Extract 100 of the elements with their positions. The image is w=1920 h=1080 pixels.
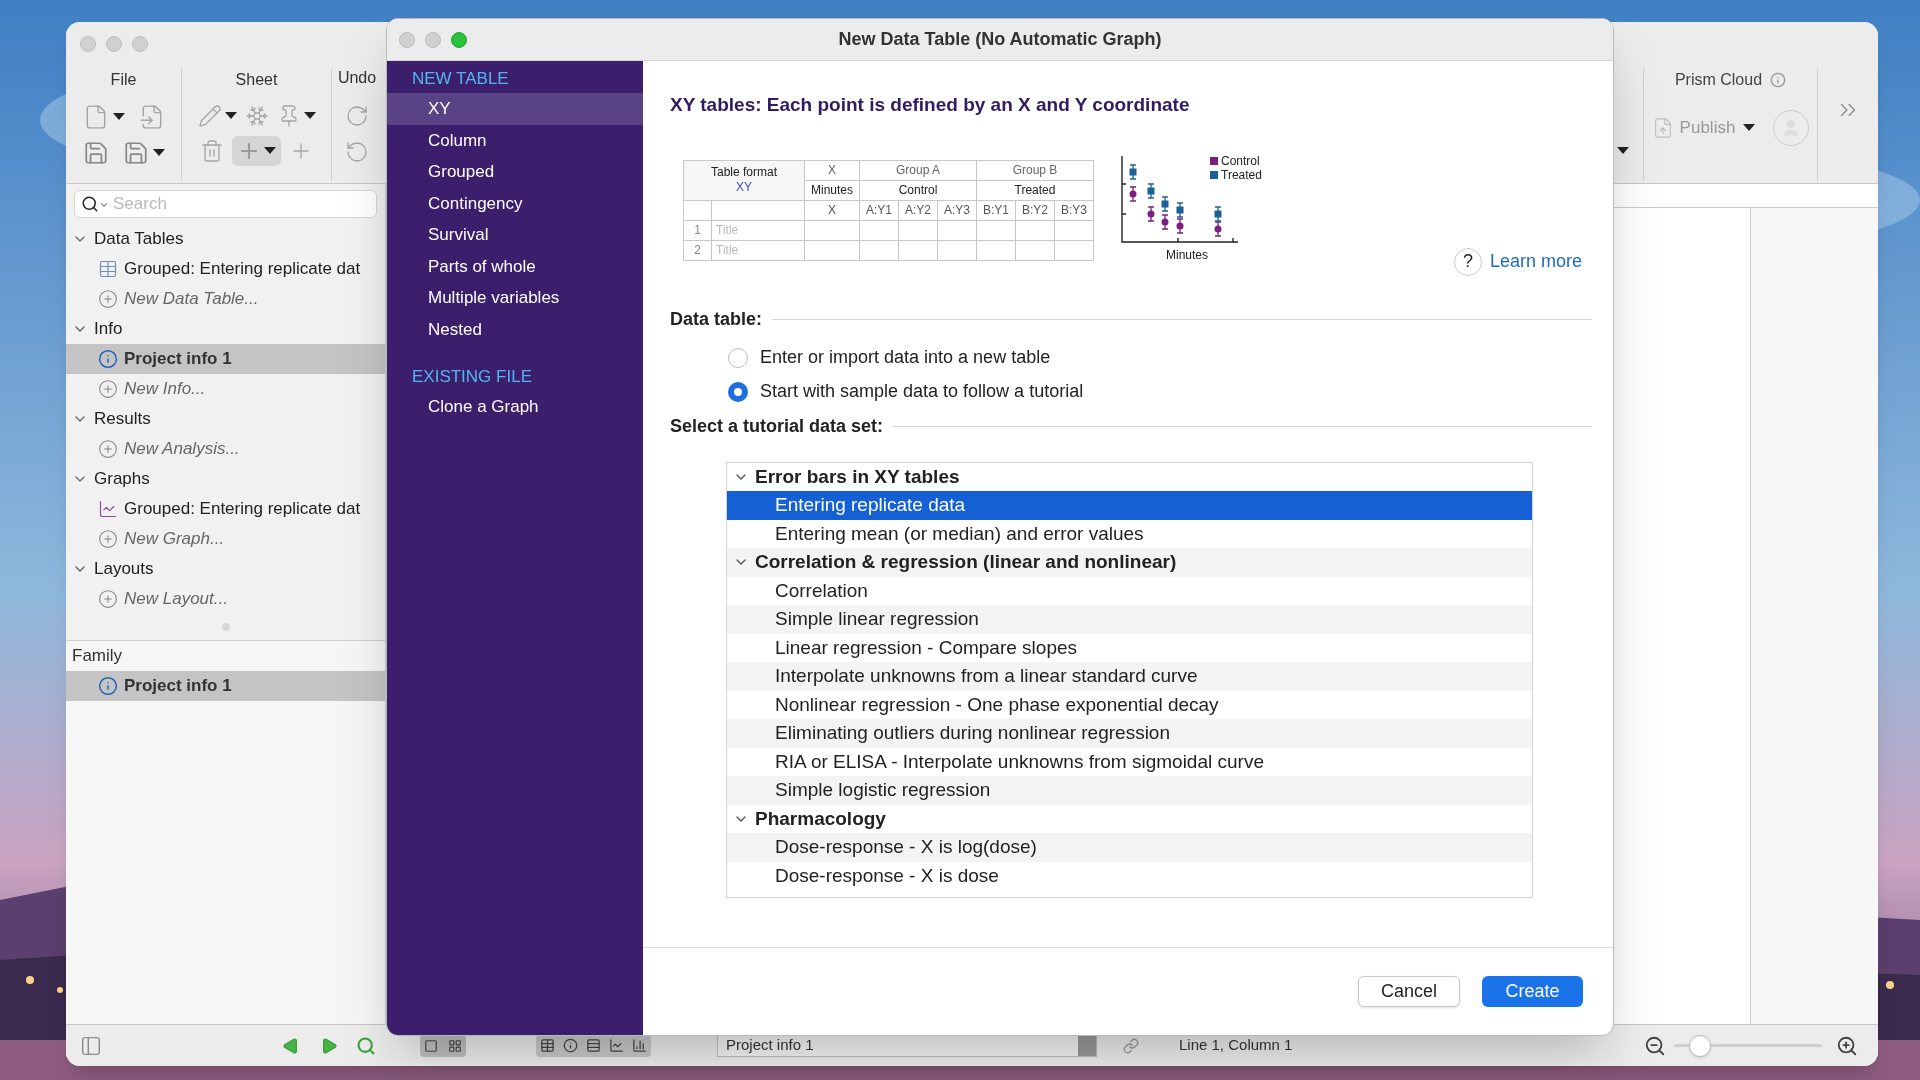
add-button[interactable]	[232, 136, 281, 166]
save-as-icon[interactable]	[122, 140, 149, 166]
table-cell: Control	[859, 180, 977, 200]
sidebar-item[interactable]: Survival	[387, 219, 643, 251]
navigator-item[interactable]: Grouped: Entering replicate dat	[66, 254, 385, 284]
link-icon[interactable]	[1123, 1037, 1139, 1054]
caret-icon	[152, 149, 165, 157]
toolbar-group-label: Sheet	[235, 70, 278, 90]
info-icon[interactable]	[1770, 72, 1787, 88]
table-cell: X	[804, 160, 860, 180]
caret-icon	[1617, 147, 1629, 155]
navigator-item[interactable]: Project info 1	[66, 344, 385, 374]
info-icon	[98, 349, 118, 369]
navigator-item[interactable]: Grouped: Entering replicate dat	[66, 494, 385, 524]
table-cell: B:Y3	[1054, 200, 1094, 220]
list-row[interactable]: Simple logistic regression	[727, 776, 1532, 805]
info-icon[interactable]	[563, 1038, 578, 1053]
add-icon	[98, 289, 118, 309]
table-cell: B:Y2	[1015, 200, 1055, 220]
navigator-item[interactable]: New Analysis...	[66, 434, 385, 464]
navigator-section[interactable]: Results	[66, 404, 385, 434]
row-number: 2	[683, 240, 712, 260]
rows-icon[interactable]	[586, 1038, 601, 1053]
minimize-button[interactable]	[106, 36, 122, 52]
help-button[interactable]: ?	[1453, 247, 1482, 276]
create-button[interactable]: Create	[1482, 976, 1583, 1007]
redo-icon[interactable]	[345, 104, 369, 128]
navigator-section[interactable]: Graphs	[66, 464, 385, 494]
sheet-field[interactable]: Project info 1	[717, 1034, 1097, 1057]
table-cell: A:Y2	[898, 200, 938, 220]
section-label: Data table:	[670, 307, 763, 331]
toolbar-group-label: Undo	[337, 68, 377, 88]
magnifier-icon[interactable]	[356, 1035, 376, 1056]
grid-view-icon[interactable]	[448, 1038, 462, 1053]
close-button[interactable]	[80, 36, 96, 52]
sidebar-item[interactable]: Column	[387, 124, 643, 156]
caret-icon	[99, 200, 109, 210]
trash-icon[interactable]	[200, 139, 224, 163]
sidebar-item[interactable]: Grouped	[387, 156, 643, 188]
zoom-out-icon[interactable]	[1644, 1034, 1666, 1057]
zoom-button[interactable]	[132, 36, 148, 52]
list-row[interactable]: Entering replicate data	[727, 491, 1532, 520]
navigator-section[interactable]: Info	[66, 314, 385, 344]
learn-more-link[interactable]: Learn more	[1489, 248, 1582, 275]
list-row[interactable]: Dose-response - X is log(dose)	[727, 833, 1532, 862]
table-cell: A:Y1	[859, 200, 899, 220]
caret-icon	[264, 147, 276, 155]
sidebar-item[interactable]: XY	[387, 93, 643, 125]
radio-label: Enter or import data into a new table	[760, 346, 1051, 369]
cancel-button[interactable]: Cancel	[1358, 976, 1460, 1007]
radio-button[interactable]	[728, 347, 748, 368]
list-group-row[interactable]: Correlation & regression (linear and nonlinear)	[727, 548, 1532, 577]
info-icon	[98, 676, 118, 696]
pencil-icon[interactable]	[197, 104, 222, 128]
navigator-item[interactable]: New Graph...	[66, 524, 385, 554]
table-icon[interactable]	[540, 1038, 555, 1053]
navigator-item[interactable]: New Layout...	[66, 584, 385, 614]
undo-icon[interactable]	[345, 140, 369, 164]
slider-thumb[interactable]	[1689, 1034, 1712, 1057]
row-number: 1	[683, 220, 712, 240]
caret-icon	[303, 112, 316, 120]
navigator-item[interactable]: New Data Table...	[66, 284, 385, 314]
sidebar-toggle-icon[interactable]	[80, 1034, 102, 1057]
navigator-section[interactable]: Layouts	[66, 554, 385, 584]
table-cell: Group B	[976, 160, 1094, 180]
navigator-item[interactable]: Project info 1	[66, 671, 385, 701]
close-button[interactable]	[399, 32, 415, 48]
zoom-slider[interactable]	[1674, 1034, 1822, 1057]
graph-icon[interactable]	[609, 1038, 624, 1053]
zoom-in-icon[interactable]	[1836, 1034, 1858, 1057]
list-row[interactable]: Simple linear regression	[727, 605, 1532, 634]
search-field[interactable]: Search	[74, 190, 377, 218]
zoom-button[interactable]	[451, 32, 467, 48]
caret-icon	[224, 112, 237, 120]
splitter-handle[interactable]	[221, 623, 230, 631]
sidebar-item[interactable]: Clone a Graph	[387, 391, 643, 423]
sidebar-item[interactable]: Contingency	[387, 187, 643, 219]
sidebar-item[interactable]: Multiple variables	[387, 282, 643, 314]
navigator-section[interactable]: Data Tables	[66, 224, 385, 254]
sidebar-item[interactable]: Parts of whole	[387, 250, 643, 282]
section-label: Family	[71, 645, 124, 668]
sidebar-item[interactable]: Nested	[387, 313, 643, 345]
single-view-icon[interactable]	[424, 1038, 438, 1053]
navigator-item[interactable]: New Info...	[66, 374, 385, 404]
bar-chart-icon[interactable]	[632, 1038, 647, 1053]
section-label: Select a tutorial data set:	[670, 414, 884, 438]
caret-icon	[112, 113, 125, 121]
radio-button[interactable]	[728, 381, 748, 402]
list-row[interactable]: Interpolate unknowns from a linear standard curve	[727, 662, 1532, 691]
previous-icon[interactable]	[282, 1036, 300, 1055]
list-row[interactable]: Eliminating outliers during nonlinear regression	[727, 719, 1532, 748]
table-cell: Minutes	[804, 180, 860, 200]
save-icon[interactable]	[82, 140, 109, 166]
add-icon	[98, 439, 118, 459]
snowflake-icon[interactable]	[244, 104, 269, 128]
next-icon[interactable]	[320, 1036, 338, 1055]
minimize-button[interactable]	[425, 32, 441, 48]
legend-label: Control	[1221, 153, 1260, 168]
table-cell: A:Y3	[937, 200, 977, 220]
axis-label: Minutes	[1166, 246, 1209, 264]
